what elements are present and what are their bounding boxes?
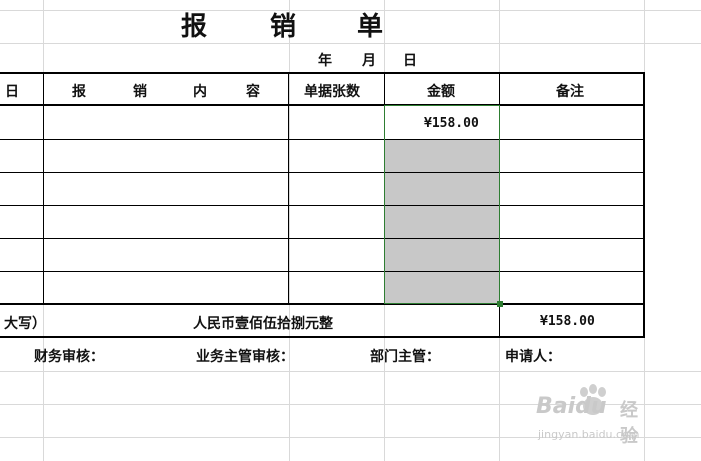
header-receipts[interactable]: 单据张数 <box>304 81 360 101</box>
header-content-char: 容 <box>246 84 260 100</box>
table-row[interactable] <box>0 106 43 139</box>
watermark-brand: Baidu <box>536 394 607 419</box>
department-head-label[interactable]: 部门主管： <box>370 346 440 366</box>
applicant-label[interactable]: 申请人： <box>505 346 561 366</box>
watermark-url: jingyan.baidu.com <box>538 428 640 441</box>
fill-handle[interactable] <box>497 301 503 307</box>
header-amount[interactable]: 金额 <box>427 81 455 101</box>
total-amount[interactable]: ¥158.00 <box>540 314 595 329</box>
header-notes[interactable]: 备注 <box>556 81 584 101</box>
header-content-char: 报 <box>72 84 86 100</box>
header-content-char: 销 <box>133 84 147 100</box>
header-content-char: 内 <box>193 84 207 100</box>
title-char: 销 <box>270 12 297 42</box>
header-day[interactable]: 日 <box>5 81 19 101</box>
total-label[interactable]: 大写） <box>4 313 46 333</box>
finance-review-label[interactable]: 财务审核： <box>34 346 104 366</box>
title-char: 单 <box>357 12 384 42</box>
amount-in-words[interactable]: 人民币壹佰伍拾捌元整 <box>193 313 333 333</box>
day-label: 日 <box>403 53 417 69</box>
title-char: 报 <box>181 12 208 42</box>
selection-range[interactable] <box>384 105 500 304</box>
month-label: 月 <box>362 53 376 69</box>
business-supervisor-label[interactable]: 业务主管审核： <box>196 346 294 366</box>
year-label: 年 <box>318 53 332 69</box>
